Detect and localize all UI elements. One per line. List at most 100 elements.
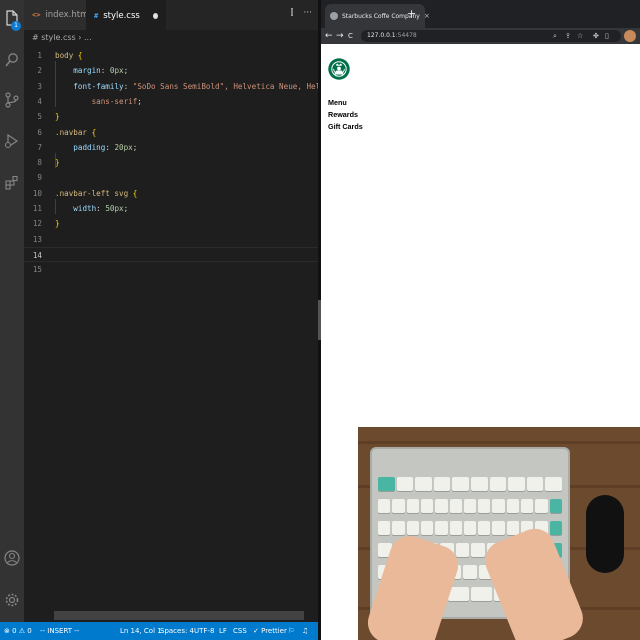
keycap	[471, 543, 485, 557]
line-number: 7	[37, 142, 42, 152]
keycap	[549, 499, 562, 513]
starbucks-logo-icon[interactable]	[328, 58, 350, 80]
keycap	[392, 521, 405, 535]
breadcrumb[interactable]: # style.css › ...	[24, 30, 318, 46]
editor-tab-bar: <> index.html # style.css ⫿ ···	[24, 0, 318, 30]
keycap	[471, 477, 488, 491]
code-text: .navbar {	[55, 127, 97, 137]
settings-gear-icon[interactable]	[4, 592, 20, 608]
keycap	[406, 521, 419, 535]
close-tab-icon[interactable]: ×	[424, 12, 430, 20]
problems-indicator[interactable]: ⊗ 0 ⚠ 0	[4, 622, 32, 640]
keycap	[526, 477, 544, 491]
source-control-icon[interactable]	[4, 92, 20, 108]
tab-style-css[interactable]: # style.css	[86, 0, 166, 30]
code-text: margin: 0px;	[73, 66, 129, 76]
prettier-status[interactable]: ✓ Prettier	[253, 622, 287, 640]
profile-avatar[interactable]	[624, 30, 636, 42]
code-line[interactable]: 9	[24, 170, 318, 185]
globe-favicon-icon	[330, 12, 338, 20]
line-number: 6	[37, 127, 42, 137]
tab-label: index.html	[45, 10, 91, 20]
run-debug-icon[interactable]	[4, 133, 20, 149]
keycap	[489, 477, 507, 491]
keycap	[449, 499, 462, 513]
line-number: 10	[32, 188, 42, 198]
nav-link-gift-cards[interactable]: Gift Cards	[328, 122, 363, 131]
bookmark-star-icon[interactable]: ☆	[577, 30, 583, 42]
code-line[interactable]: 12}	[24, 216, 318, 231]
code-line[interactable]: 4 sans-serif;	[24, 94, 318, 109]
encoding[interactable]: UTF-8	[194, 622, 214, 640]
keycap	[435, 499, 448, 513]
back-arrow-icon[interactable]: ←	[325, 29, 333, 43]
unsaved-dot-icon[interactable]	[152, 12, 158, 19]
line-ending[interactable]: LF	[219, 622, 227, 640]
search-icon[interactable]	[4, 52, 20, 68]
new-tab-button[interactable]: +	[407, 7, 416, 20]
keycap	[545, 477, 562, 491]
line-number: 5	[37, 112, 42, 122]
notifications-bell-icon[interactable]: ♫	[302, 622, 308, 640]
extensions-icon[interactable]	[4, 175, 20, 191]
share-icon[interactable]: ⇪	[565, 30, 571, 42]
zoom-icon[interactable]: ⌕	[553, 30, 557, 42]
code-line[interactable]: 6 .navbar {	[24, 125, 318, 140]
code-editor[interactable]: 1 body {2 margin: 0px; 3 font-family: "SoD…	[24, 46, 384, 612]
keycap	[433, 477, 451, 491]
language-mode[interactable]: CSS	[233, 622, 247, 640]
code-line[interactable]: 8}	[24, 155, 318, 170]
extensions-puzzle-icon[interactable]: ✤	[593, 30, 599, 42]
keycap	[462, 565, 478, 579]
code-line[interactable]: 14	[24, 246, 318, 263]
code-line[interactable]: 10 .navbar-left svg {	[24, 186, 318, 201]
tab-index-html[interactable]: <> index.html	[24, 0, 91, 30]
code-line[interactable]: 11 width: 50px;	[24, 201, 318, 216]
nav-link-rewards[interactable]: Rewards	[328, 110, 358, 119]
keycap	[549, 521, 562, 535]
explorer-badge: 1	[11, 21, 21, 31]
mouse-image	[586, 495, 624, 573]
more-actions-icon[interactable]: ···	[303, 8, 312, 18]
webcam-overlay	[358, 427, 640, 640]
keycap	[478, 499, 491, 513]
code-line[interactable]: 1 body {	[24, 48, 318, 63]
split-editor-icon[interactable]: ⫿	[291, 8, 294, 18]
address-bar[interactable]: 127.0.0.1:54478 ⌕ ⇪ ☆ ✤ ▯	[361, 30, 621, 42]
indentation[interactable]: Spaces: 4	[160, 622, 194, 640]
keycap	[471, 587, 493, 601]
wood-grain	[358, 441, 640, 444]
keycap	[535, 499, 548, 513]
line-number: 11	[32, 204, 42, 213]
code-line[interactable]: 13	[24, 232, 318, 247]
code-text: padding: 20px;	[73, 142, 138, 152]
code-line[interactable]: 7 padding: 20px;	[24, 140, 318, 155]
keycap	[449, 521, 462, 535]
code-line[interactable]: 2 margin: 0px;	[24, 63, 318, 78]
html-file-icon: <>	[32, 11, 41, 19]
sidebar-icon[interactable]: ▯	[605, 30, 609, 42]
editor-actions: ⫿ ···	[291, 8, 312, 18]
forward-arrow-icon[interactable]: →	[336, 29, 344, 43]
code-line[interactable]: 3 font-family: "SoDo Sans SemiBold", Hel…	[24, 79, 384, 94]
nav-link-menu[interactable]: Menu	[328, 98, 347, 107]
feedback-icon[interactable]: ⚐	[288, 622, 294, 640]
keycap	[420, 521, 434, 535]
keycap	[463, 521, 477, 535]
keyboard-row	[378, 499, 564, 515]
keycap	[506, 499, 520, 513]
cursor-position[interactable]: Ln 14, Col 1	[120, 622, 162, 640]
horizontal-scrollbar[interactable]	[54, 611, 304, 620]
keycap	[378, 477, 395, 491]
line-number: 13	[32, 234, 42, 244]
reload-icon[interactable]: C	[348, 29, 353, 43]
line-number: 14	[32, 250, 42, 260]
vim-mode: -- INSERT --	[40, 627, 80, 635]
keycap	[452, 477, 469, 491]
code-line[interactable]: 15	[24, 262, 318, 277]
code-line[interactable]: 5}	[24, 109, 318, 124]
account-icon[interactable]	[4, 550, 20, 566]
code-text: }	[55, 158, 60, 168]
keycap	[415, 477, 432, 491]
code-text: body {	[55, 51, 83, 60]
